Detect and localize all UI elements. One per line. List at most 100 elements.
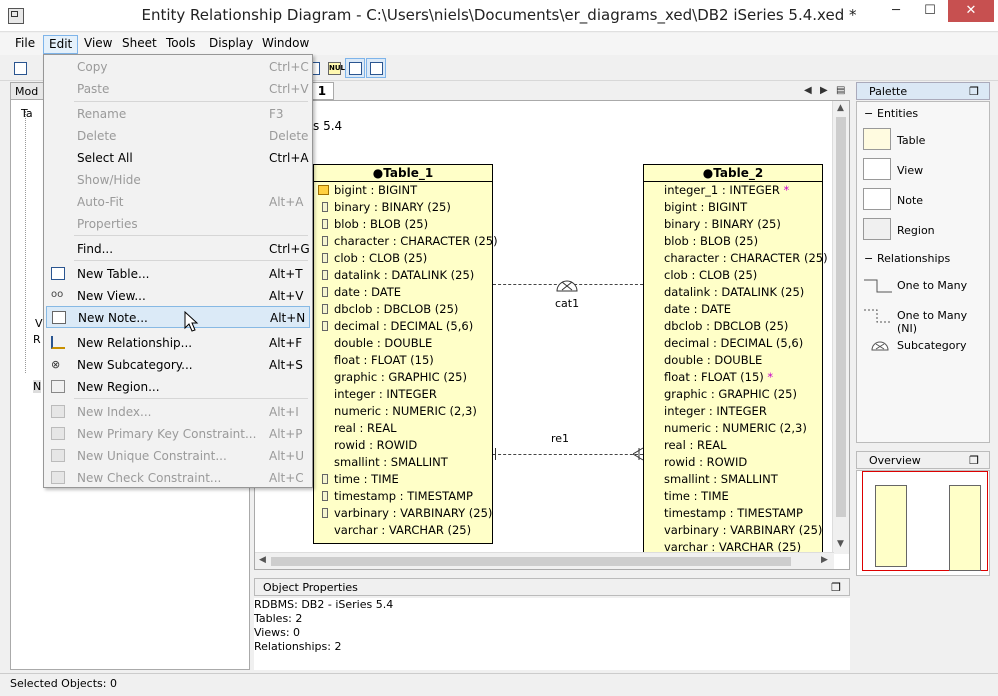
palette-section-entities[interactable]: Entities [861,105,987,123]
palette-item-one-to-many-ni[interactable]: One to Many (NI) [863,306,987,335]
column-row: date : DATE [334,285,402,299]
tree-item-tables[interactable]: Ta [21,107,33,120]
restore-icon[interactable]: ❐ [969,454,979,467]
menu-item-shortcut: Alt+C [269,471,304,485]
column-row: blob : BLOB (25) [664,234,759,248]
palette-item-region[interactable]: Region [863,216,987,244]
menu-item-new-note[interactable]: New Note... Alt+N [46,306,310,328]
toolbar-button-keys[interactable] [366,58,386,78]
menu-file[interactable]: File [10,35,40,54]
menu-item-new-unique-constraint[interactable]: New Unique Constraint... Alt+U [46,445,310,467]
menu-item-select-all[interactable]: Select All Ctrl+A [46,147,310,169]
scroll-right-icon[interactable]: ▶ [821,555,828,565]
menu-item-label: Delete [77,129,117,143]
palette-item-subcategory[interactable]: Subcategory [863,336,987,356]
palette-item-label: Note [897,194,924,207]
palette-item-view[interactable]: View [863,156,987,184]
menu-item-new-primary-key[interactable]: New Primary Key Constraint... Alt+P [46,423,310,445]
column-row: clob : CLOB (25) [664,268,758,282]
vertical-scroll-thumb[interactable] [836,117,846,517]
menu-item-find[interactable]: Find... Ctrl+G [46,238,310,260]
relationship-icon [51,336,65,349]
column-row: rowid : ROWID [334,438,418,452]
column-row: integer_1 : INTEGER [664,183,780,197]
palette-item-note[interactable]: Note [863,186,987,214]
menu-item-shortcut: Delete [269,129,309,143]
menu-item-rename[interactable]: Rename F3 [46,103,310,125]
tab-next-icon[interactable]: ▶ [820,85,828,96]
palette-item-one-to-many[interactable]: One to Many [863,276,987,296]
menu-item-show-hide[interactable]: Show/Hide [46,169,310,191]
palette-panel: Entities Table View Note Region Relation… [856,101,990,443]
menu-display[interactable]: Display [204,35,258,54]
relationship-end-bar [495,448,496,460]
minimize-button[interactable]: ─ [880,0,912,22]
foreign-key-marker: * [767,370,774,384]
menu-item-new-relationship[interactable]: New Relationship... Alt+F [46,332,310,354]
overview-panel[interactable] [856,470,990,576]
menu-item-label: New Table... [77,267,150,281]
column-row: float : FLOAT (15) [334,353,434,367]
menu-tools[interactable]: Tools [161,35,201,54]
horizontal-scrollbar[interactable]: ◀ ▶ [255,552,834,569]
relationship-line[interactable] [493,454,643,455]
menu-item-new-table[interactable]: New Table... Alt+T [46,263,310,285]
region-icon [51,380,65,393]
tree-item-notes[interactable]: N [33,380,42,393]
view-icon: oo [51,289,64,300]
diagram-canvas[interactable]: s 5.4 cat1 re1 ●Table_1 bigint : BIGINT … [254,100,850,570]
toolbar-button-null[interactable]: NUL [324,58,345,78]
menu-window[interactable]: Window [257,35,314,54]
subcategory-icon: ⊗ [51,358,61,371]
tab-prev-icon[interactable]: ◀ [804,85,812,96]
close-button[interactable]: ✕ [948,0,994,22]
toolbar-button-details[interactable] [345,58,365,78]
restore-icon[interactable]: ❐ [831,581,841,594]
menu-item-paste[interactable]: Paste Ctrl+V [46,78,310,100]
palette-item-table[interactable]: Table [863,126,987,154]
menu-sheet[interactable]: Sheet [117,35,162,54]
tab-list-icon[interactable]: ▤ [836,85,845,96]
relationship-label-cat1[interactable]: cat1 [555,297,579,310]
menu-item-properties[interactable]: Properties [46,213,310,235]
column-row: decimal : DECIMAL (5,6) [334,319,474,333]
overview-header: Overview ❐ [856,451,990,469]
menu-view[interactable]: View [79,35,117,54]
menu-edit[interactable]: Edit [43,35,79,54]
scroll-up-icon[interactable]: ▲ [837,103,844,113]
keys-icon [370,62,383,75]
table-thumbnail-icon [863,128,891,150]
details-icon [349,62,362,75]
title-bar: Entity Relationship Diagram - C:\Users\n… [0,0,998,32]
maximize-button[interactable]: ☐ [914,0,946,22]
column-row: varchar : VARCHAR (25) [334,523,472,537]
column-row: timestamp : TIMESTAMP [664,506,803,520]
mouse-cursor-icon [184,311,199,332]
scroll-down-icon[interactable]: ▼ [837,539,844,549]
menu-item-shortcut: Alt+A [269,195,304,209]
table-2-entity[interactable]: ●Table_2 integer_1 : INTEGER * bigint : … [643,164,828,564]
palette-section-relationships[interactable]: Relationships [861,250,987,268]
horizontal-scroll-thumb[interactable] [271,557,791,566]
vertical-scrollbar[interactable]: ▲ ▼ [832,101,849,554]
column-row: datalink : DATALINK (25) [334,268,475,282]
column-row: numeric : NUMERIC (2,3) [334,404,477,418]
tree-item-relationships[interactable]: R [33,333,41,346]
menu-item-new-index[interactable]: New Index... Alt+I [46,401,310,423]
table-1-title: ●Table_1 [314,165,492,182]
table-1-entity[interactable]: ●Table_1 bigint : BIGINT binary : BINARY… [313,164,498,544]
menu-item-delete[interactable]: Delete Delete [46,125,310,147]
save-button[interactable] [10,58,30,78]
property-tables: Tables: 2 [254,612,303,625]
restore-icon[interactable]: ❐ [969,85,979,98]
menu-item-new-view[interactable]: oo New View... Alt+V [46,285,310,307]
subcategory-icon[interactable] [556,275,578,293]
menu-item-auto-fit[interactable]: Auto-Fit Alt+A [46,191,310,213]
menu-item-new-check-constraint[interactable]: New Check Constraint... Alt+C [46,467,310,489]
relationship-label-re1[interactable]: re1 [551,432,569,445]
menu-item-new-subcategory[interactable]: ⊗ New Subcategory... Alt+S [46,354,310,376]
column-row: numeric : NUMERIC (2,3) [664,421,807,435]
scroll-left-icon[interactable]: ◀ [259,555,266,565]
menu-item-copy[interactable]: Copy Ctrl+C [46,56,310,78]
menu-item-new-region[interactable]: New Region... [46,376,310,398]
